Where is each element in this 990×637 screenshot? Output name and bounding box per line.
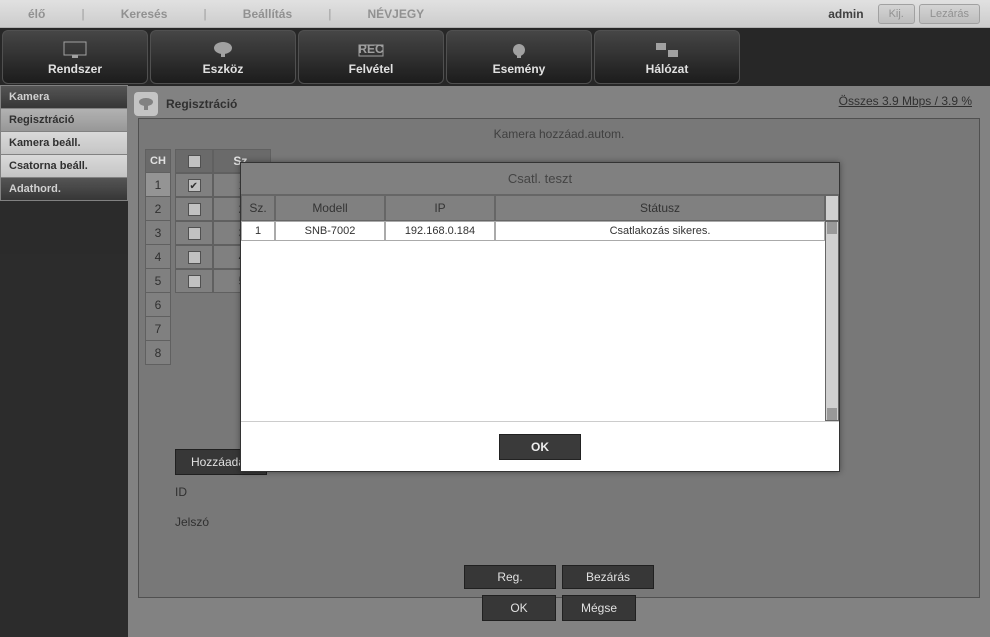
cell-ip: 192.168.0.184 bbox=[385, 221, 495, 241]
connection-test-dialog: Csatl. teszt Sz. Modell IP Státusz 1 SNB… bbox=[240, 162, 840, 472]
hdr-ip: IP bbox=[385, 195, 495, 221]
result-row[interactable]: 1 SNB-7002 192.168.0.184 Csatlakozás sik… bbox=[241, 221, 825, 241]
hdr-sz: Sz. bbox=[241, 195, 275, 221]
dialog-ok-button[interactable]: OK bbox=[499, 434, 581, 460]
dialog-title: Csatl. teszt bbox=[241, 163, 839, 195]
dialog-table-header: Sz. Modell IP Státusz bbox=[241, 195, 839, 221]
dialog-body: 1 SNB-7002 192.168.0.184 Csatlakozás sik… bbox=[241, 221, 839, 421]
hdr-status: Státusz bbox=[495, 195, 825, 221]
cell-sz: 1 bbox=[241, 221, 275, 241]
cell-model: SNB-7002 bbox=[275, 221, 385, 241]
scroll-down-icon[interactable] bbox=[827, 408, 837, 420]
hdr-model: Modell bbox=[275, 195, 385, 221]
scroll-up-icon[interactable] bbox=[827, 222, 837, 234]
modal-overlay: Csatl. teszt Sz. Modell IP Státusz 1 SNB… bbox=[0, 0, 990, 637]
cell-status: Csatlakozás sikeres. bbox=[495, 221, 825, 241]
scrollbar[interactable] bbox=[825, 221, 839, 421]
scrollbar-gutter bbox=[825, 195, 839, 221]
